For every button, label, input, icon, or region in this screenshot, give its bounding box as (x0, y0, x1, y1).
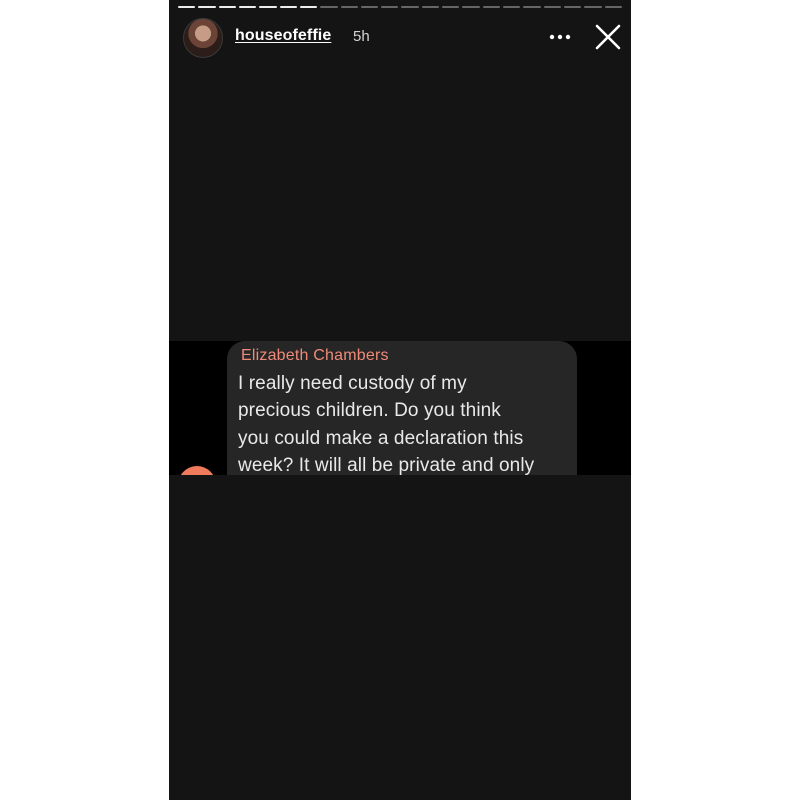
message-bubble: Elizabeth Chambers I really need custody… (227, 341, 577, 475)
progress-segment (198, 6, 216, 8)
story-progress-bar (178, 6, 622, 9)
story-timestamp: 5h (353, 28, 370, 45)
message-line: you could make a declaration this (238, 427, 524, 449)
progress-segment (238, 6, 257, 8)
story-header: houseofeffie 5h (169, 16, 631, 58)
progress-segment (299, 6, 318, 8)
progress-segment (178, 6, 196, 8)
progress-segment (421, 6, 440, 8)
progress-segment (320, 6, 338, 8)
close-icon (595, 24, 621, 50)
screenshot-snippet: Elizabeth Chambers I really need custody… (169, 341, 631, 475)
story-viewer[interactable]: houseofeffie 5h Elizabeth Chambers I rea… (169, 0, 631, 800)
progress-segment (604, 6, 622, 8)
sender-name: Elizabeth Chambers (241, 347, 389, 364)
more-horizontal-icon (549, 34, 571, 40)
progress-segment (503, 6, 521, 8)
username-link[interactable]: houseofeffie (235, 27, 331, 45)
progress-segment (442, 6, 460, 8)
progress-segment (462, 6, 480, 8)
message-line: I really need custody of my (238, 373, 467, 394)
progress-segment (218, 6, 236, 8)
progress-segment (401, 6, 419, 8)
close-button[interactable] (593, 22, 623, 52)
progress-segment (543, 6, 561, 8)
profile-avatar[interactable] (183, 18, 223, 58)
progress-segment (259, 6, 277, 8)
message-line: precious children. Do you think (238, 400, 501, 422)
progress-segment (563, 6, 582, 8)
more-options-button[interactable] (547, 24, 573, 50)
progress-segment (584, 6, 602, 8)
message-line: week? It will all be private and only (238, 454, 535, 475)
progress-segment (340, 6, 358, 8)
progress-segment (360, 6, 379, 8)
message-text: I really need custody of my precious chi… (238, 370, 568, 475)
progress-segment (381, 6, 399, 8)
progress-segment (279, 6, 297, 8)
progress-segment (482, 6, 500, 8)
sender-avatar (178, 466, 216, 475)
progress-segment (523, 6, 541, 8)
